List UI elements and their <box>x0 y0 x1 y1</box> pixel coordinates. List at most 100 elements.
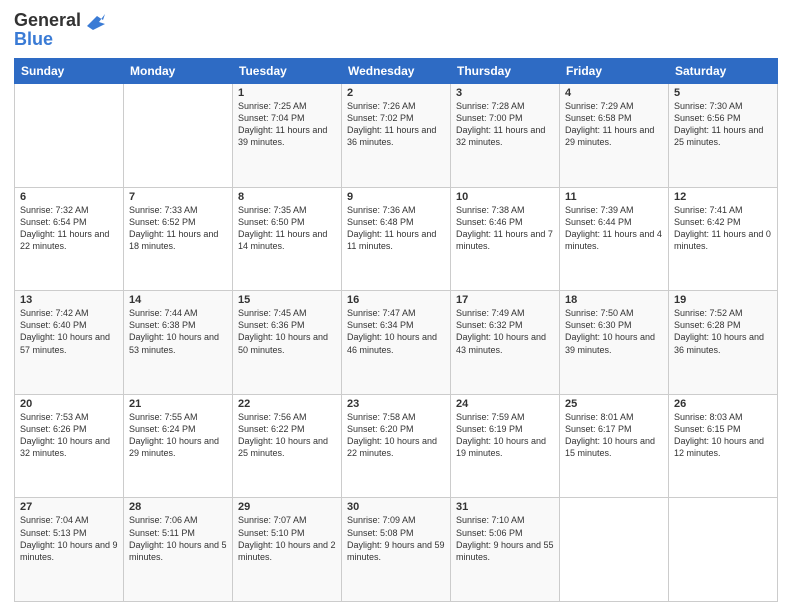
cell-content: Sunrise: 7:29 AMSunset: 6:58 PMDaylight:… <box>565 100 663 149</box>
calendar-cell: 29Sunrise: 7:07 AMSunset: 5:10 PMDayligh… <box>233 498 342 602</box>
cell-content: Sunrise: 7:55 AMSunset: 6:24 PMDaylight:… <box>129 411 227 460</box>
calendar-cell: 9Sunrise: 7:36 AMSunset: 6:48 PMDaylight… <box>342 187 451 291</box>
day-number: 14 <box>129 294 227 306</box>
cell-content: Sunrise: 7:58 AMSunset: 6:20 PMDaylight:… <box>347 411 445 460</box>
col-thursday: Thursday <box>451 59 560 84</box>
cell-content: Sunrise: 7:33 AMSunset: 6:52 PMDaylight:… <box>129 204 227 253</box>
calendar-table: Sunday Monday Tuesday Wednesday Thursday… <box>14 58 778 602</box>
day-number: 29 <box>238 501 336 513</box>
day-number: 23 <box>347 398 445 410</box>
calendar-cell: 5Sunrise: 7:30 AMSunset: 6:56 PMDaylight… <box>669 84 778 188</box>
day-number: 22 <box>238 398 336 410</box>
cell-content: Sunrise: 7:06 AMSunset: 5:11 PMDaylight:… <box>129 514 227 563</box>
cell-content: Sunrise: 8:01 AMSunset: 6:17 PMDaylight:… <box>565 411 663 460</box>
calendar-cell: 8Sunrise: 7:35 AMSunset: 6:50 PMDaylight… <box>233 187 342 291</box>
header: General Blue <box>14 10 778 50</box>
day-number: 13 <box>20 294 118 306</box>
cell-content: Sunrise: 7:39 AMSunset: 6:44 PMDaylight:… <box>565 204 663 253</box>
day-number: 18 <box>565 294 663 306</box>
cell-content: Sunrise: 7:44 AMSunset: 6:38 PMDaylight:… <box>129 307 227 356</box>
calendar-cell: 24Sunrise: 7:59 AMSunset: 6:19 PMDayligh… <box>451 394 560 498</box>
cell-content: Sunrise: 7:32 AMSunset: 6:54 PMDaylight:… <box>20 204 118 253</box>
cell-content: Sunrise: 8:03 AMSunset: 6:15 PMDaylight:… <box>674 411 772 460</box>
calendar-cell: 4Sunrise: 7:29 AMSunset: 6:58 PMDaylight… <box>560 84 669 188</box>
col-tuesday: Tuesday <box>233 59 342 84</box>
calendar-cell: 19Sunrise: 7:52 AMSunset: 6:28 PMDayligh… <box>669 291 778 395</box>
calendar-cell: 16Sunrise: 7:47 AMSunset: 6:34 PMDayligh… <box>342 291 451 395</box>
cell-content: Sunrise: 7:04 AMSunset: 5:13 PMDaylight:… <box>20 514 118 563</box>
calendar-cell: 15Sunrise: 7:45 AMSunset: 6:36 PMDayligh… <box>233 291 342 395</box>
calendar-cell: 3Sunrise: 7:28 AMSunset: 7:00 PMDaylight… <box>451 84 560 188</box>
calendar-cell: 7Sunrise: 7:33 AMSunset: 6:52 PMDaylight… <box>124 187 233 291</box>
cell-content: Sunrise: 7:38 AMSunset: 6:46 PMDaylight:… <box>456 204 554 253</box>
cell-content: Sunrise: 7:53 AMSunset: 6:26 PMDaylight:… <box>20 411 118 460</box>
day-number: 20 <box>20 398 118 410</box>
logo: General Blue <box>14 10 105 50</box>
logo-general: General <box>14 10 81 31</box>
cell-content: Sunrise: 7:52 AMSunset: 6:28 PMDaylight:… <box>674 307 772 356</box>
cell-content: Sunrise: 7:26 AMSunset: 7:02 PMDaylight:… <box>347 100 445 149</box>
calendar-cell: 23Sunrise: 7:58 AMSunset: 6:20 PMDayligh… <box>342 394 451 498</box>
day-number: 27 <box>20 501 118 513</box>
calendar-cell: 20Sunrise: 7:53 AMSunset: 6:26 PMDayligh… <box>15 394 124 498</box>
calendar-cell: 17Sunrise: 7:49 AMSunset: 6:32 PMDayligh… <box>451 291 560 395</box>
calendar-cell <box>669 498 778 602</box>
calendar-cell: 22Sunrise: 7:56 AMSunset: 6:22 PMDayligh… <box>233 394 342 498</box>
cell-content: Sunrise: 7:47 AMSunset: 6:34 PMDaylight:… <box>347 307 445 356</box>
cell-content: Sunrise: 7:28 AMSunset: 7:00 PMDaylight:… <box>456 100 554 149</box>
col-friday: Friday <box>560 59 669 84</box>
day-number: 12 <box>674 191 772 203</box>
day-number: 15 <box>238 294 336 306</box>
page: General Blue Sunday Monday Tuesday Wedne… <box>0 0 792 612</box>
calendar-cell <box>124 84 233 188</box>
calendar-week-row: 13Sunrise: 7:42 AMSunset: 6:40 PMDayligh… <box>15 291 778 395</box>
day-number: 4 <box>565 87 663 99</box>
cell-content: Sunrise: 7:42 AMSunset: 6:40 PMDaylight:… <box>20 307 118 356</box>
day-number: 9 <box>347 191 445 203</box>
cell-content: Sunrise: 7:35 AMSunset: 6:50 PMDaylight:… <box>238 204 336 253</box>
day-number: 2 <box>347 87 445 99</box>
cell-content: Sunrise: 7:56 AMSunset: 6:22 PMDaylight:… <box>238 411 336 460</box>
logo-bird-icon <box>83 12 105 30</box>
calendar-week-row: 27Sunrise: 7:04 AMSunset: 5:13 PMDayligh… <box>15 498 778 602</box>
day-number: 6 <box>20 191 118 203</box>
cell-content: Sunrise: 7:36 AMSunset: 6:48 PMDaylight:… <box>347 204 445 253</box>
cell-content: Sunrise: 7:41 AMSunset: 6:42 PMDaylight:… <box>674 204 772 253</box>
logo-blue: Blue <box>14 29 53 50</box>
day-number: 3 <box>456 87 554 99</box>
cell-content: Sunrise: 7:45 AMSunset: 6:36 PMDaylight:… <box>238 307 336 356</box>
day-number: 24 <box>456 398 554 410</box>
cell-content: Sunrise: 7:10 AMSunset: 5:06 PMDaylight:… <box>456 514 554 563</box>
cell-content: Sunrise: 7:50 AMSunset: 6:30 PMDaylight:… <box>565 307 663 356</box>
cell-content: Sunrise: 7:25 AMSunset: 7:04 PMDaylight:… <box>238 100 336 149</box>
calendar-cell: 28Sunrise: 7:06 AMSunset: 5:11 PMDayligh… <box>124 498 233 602</box>
cell-content: Sunrise: 7:49 AMSunset: 6:32 PMDaylight:… <box>456 307 554 356</box>
day-number: 30 <box>347 501 445 513</box>
calendar-cell: 25Sunrise: 8:01 AMSunset: 6:17 PMDayligh… <box>560 394 669 498</box>
col-saturday: Saturday <box>669 59 778 84</box>
day-number: 16 <box>347 294 445 306</box>
day-number: 21 <box>129 398 227 410</box>
day-number: 31 <box>456 501 554 513</box>
day-number: 1 <box>238 87 336 99</box>
day-number: 19 <box>674 294 772 306</box>
calendar-cell: 11Sunrise: 7:39 AMSunset: 6:44 PMDayligh… <box>560 187 669 291</box>
cell-content: Sunrise: 7:30 AMSunset: 6:56 PMDaylight:… <box>674 100 772 149</box>
cell-content: Sunrise: 7:59 AMSunset: 6:19 PMDaylight:… <box>456 411 554 460</box>
calendar-cell: 6Sunrise: 7:32 AMSunset: 6:54 PMDaylight… <box>15 187 124 291</box>
cell-content: Sunrise: 7:09 AMSunset: 5:08 PMDaylight:… <box>347 514 445 563</box>
day-number: 17 <box>456 294 554 306</box>
col-monday: Monday <box>124 59 233 84</box>
calendar-cell: 30Sunrise: 7:09 AMSunset: 5:08 PMDayligh… <box>342 498 451 602</box>
calendar-week-row: 1Sunrise: 7:25 AMSunset: 7:04 PMDaylight… <box>15 84 778 188</box>
day-number: 11 <box>565 191 663 203</box>
calendar-cell: 2Sunrise: 7:26 AMSunset: 7:02 PMDaylight… <box>342 84 451 188</box>
col-sunday: Sunday <box>15 59 124 84</box>
calendar-cell: 10Sunrise: 7:38 AMSunset: 6:46 PMDayligh… <box>451 187 560 291</box>
day-number: 5 <box>674 87 772 99</box>
calendar-cell <box>15 84 124 188</box>
calendar-cell: 18Sunrise: 7:50 AMSunset: 6:30 PMDayligh… <box>560 291 669 395</box>
calendar-cell: 13Sunrise: 7:42 AMSunset: 6:40 PMDayligh… <box>15 291 124 395</box>
cell-content: Sunrise: 7:07 AMSunset: 5:10 PMDaylight:… <box>238 514 336 563</box>
calendar-cell: 14Sunrise: 7:44 AMSunset: 6:38 PMDayligh… <box>124 291 233 395</box>
